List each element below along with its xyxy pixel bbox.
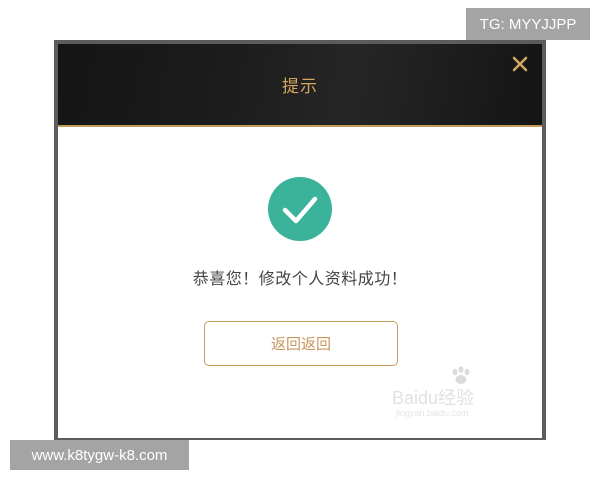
watermark-brand: Baidu经验: [392, 388, 475, 408]
dialog-title: 提示: [282, 77, 318, 97]
close-icon: [512, 56, 528, 72]
tg-badge: TG: MYYJJPP: [466, 8, 590, 40]
site-url-text: www.k8tygw-k8.com: [31, 446, 168, 464]
checkmark-circle-icon: [268, 177, 332, 241]
paw-icon: [452, 366, 470, 384]
return-button[interactable]: 返回返回: [204, 321, 398, 366]
dialog-body: 恭喜您！修改个人资料成功！ 返回返回 Baidu经验 jingyan.baidu…: [58, 127, 542, 438]
site-url-banner: www.k8tygw-k8.com: [10, 440, 189, 470]
dialog-header: 提示: [58, 44, 542, 127]
return-button-label: 返回返回: [270, 335, 331, 353]
close-button[interactable]: [508, 52, 532, 76]
tg-badge-text: TG: MYYJJPP: [479, 15, 577, 33]
baidu-watermark: Baidu经验 jingyan.baidu.com: [392, 364, 512, 420]
notice-dialog: 提示 恭喜您！修改个人资料成功！ 返回返回 Baidu经验 jingyan.ba…: [54, 40, 546, 440]
success-message: 恭喜您！修改个人资料成功！: [192, 269, 408, 288]
watermark-url: jingyan.baidu.com: [396, 408, 469, 418]
